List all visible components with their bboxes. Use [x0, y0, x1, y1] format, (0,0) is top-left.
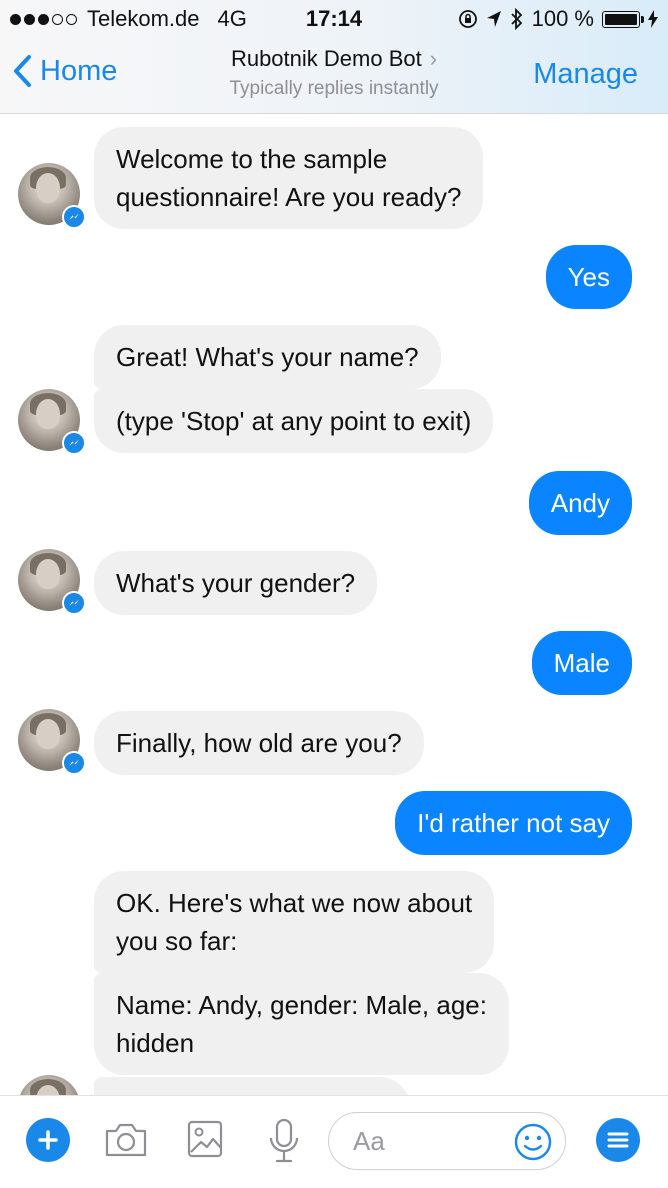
incoming-message[interactable]: Welcome to the sample questionnaire! Are… — [94, 127, 484, 229]
outgoing-message[interactable]: Male — [531, 631, 632, 695]
message-composer[interactable] — [328, 1112, 566, 1170]
emoji-icon — [514, 1123, 552, 1161]
image-icon — [187, 1120, 223, 1158]
incoming-message[interactable]: (type 'Stop' at any point to exit) — [94, 389, 494, 453]
orientation-lock-icon — [458, 10, 477, 28]
chevron-right-icon: › — [429, 46, 438, 71]
bot-name: Rubotnik Demo Bot — [230, 46, 422, 71]
location-icon — [486, 11, 501, 27]
messenger-badge-icon — [62, 205, 86, 229]
bot-menu-button[interactable] — [596, 1118, 640, 1162]
bot-avatar[interactable] — [18, 163, 86, 229]
status-right: 100 % — [458, 6, 658, 32]
gallery-button[interactable] — [187, 1120, 223, 1163]
bluetooth-icon — [510, 8, 522, 30]
message-input[interactable] — [353, 1123, 503, 1159]
bot-avatar[interactable] — [18, 1075, 80, 1095]
incoming-message[interactable]: Great! What's your name? — [94, 325, 441, 389]
messenger-badge-icon — [62, 591, 86, 615]
microphone-icon — [269, 1118, 299, 1163]
bot-avatar[interactable] — [18, 709, 86, 775]
outgoing-message[interactable]: I'd rather not say — [395, 791, 632, 855]
battery-label: 100 % — [531, 6, 594, 31]
message-text-line: Name: Andy, gender: Male, age: — [116, 990, 487, 1020]
incoming-message[interactable]: What's your gender? — [94, 551, 378, 615]
composer-toolbar — [0, 1095, 668, 1188]
status-bar: Telekom.de 4G 17:14 100 % — [0, 0, 668, 38]
battery-icon — [602, 10, 644, 28]
incoming-message[interactable]: Name: Andy, gender: Male, age: hidden — [94, 973, 509, 1075]
more-actions-button[interactable] — [26, 1118, 70, 1162]
outgoing-message[interactable]: Andy — [528, 471, 632, 535]
emoji-button[interactable] — [513, 1122, 553, 1167]
message-text-line: you so far: — [116, 926, 238, 956]
menu-icon — [607, 1132, 629, 1148]
message-text-line: hidden — [116, 1028, 195, 1058]
charging-icon — [648, 10, 658, 28]
bot-avatar[interactable] — [18, 549, 86, 615]
outgoing-message[interactable]: Yes — [545, 245, 632, 309]
bot-avatar[interactable] — [18, 389, 86, 455]
nav-bar: Home Rubotnik Demo Bot › Typically replie… — [0, 38, 668, 114]
message-text-line: OK. Here's what we now about — [116, 888, 473, 918]
camera-button[interactable] — [104, 1122, 148, 1163]
incoming-message[interactable]: OK. Here's what we now about you so far: — [94, 871, 495, 973]
plus-icon — [38, 1130, 58, 1150]
message-text-line: Welcome to the sample — [116, 144, 388, 174]
incoming-message[interactable]: Finally, how old are you? — [94, 711, 424, 775]
voice-button[interactable] — [268, 1118, 300, 1169]
manage-button[interactable]: Manage — [533, 58, 638, 91]
messenger-badge-icon — [62, 751, 86, 775]
camera-icon — [105, 1123, 147, 1157]
messenger-badge-icon — [62, 431, 86, 455]
message-text-line: questionnaire! Are you ready? — [116, 182, 462, 212]
message-list[interactable]: Welcome to the sample questionnaire! Are… — [0, 115, 668, 1095]
incoming-message-partial[interactable] — [94, 1077, 410, 1095]
